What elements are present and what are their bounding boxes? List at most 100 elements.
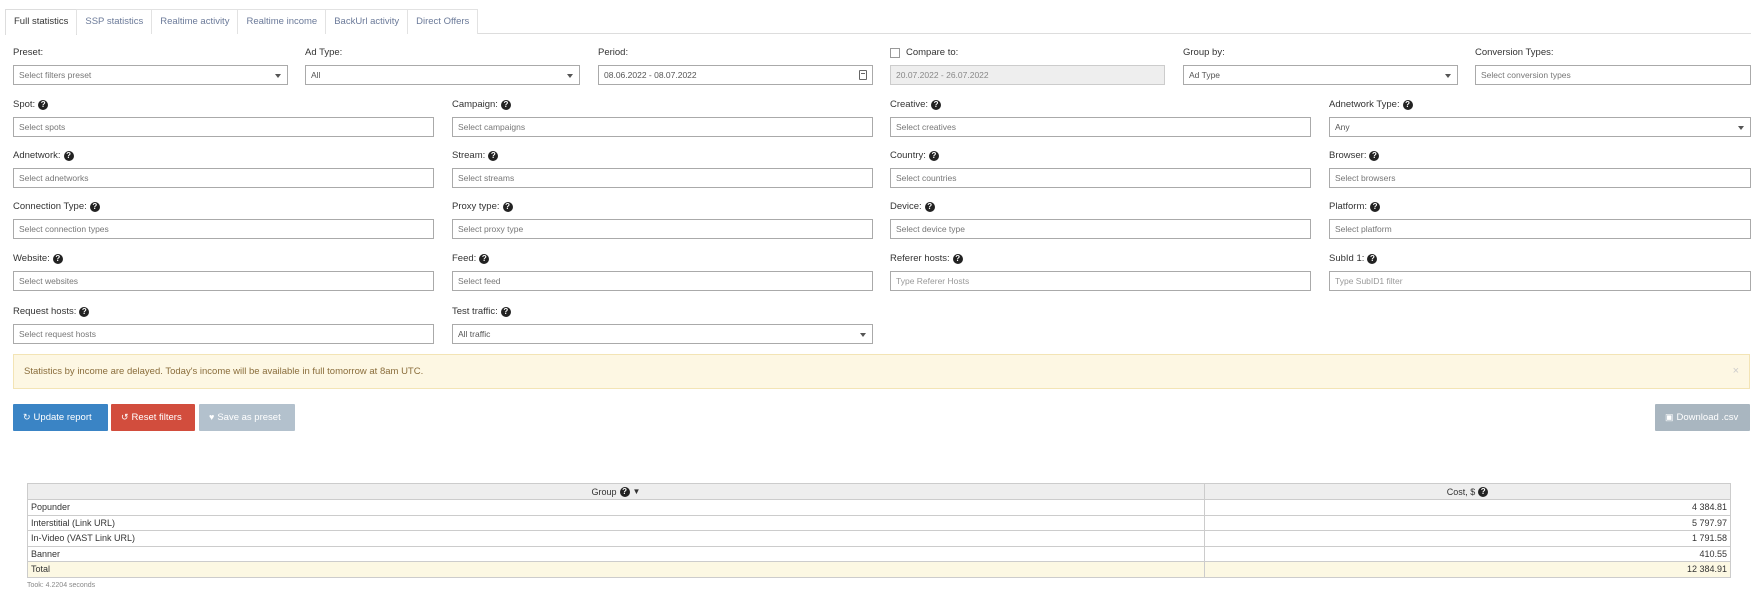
- conversion-types-input[interactable]: Select conversion types: [1475, 65, 1751, 85]
- help-icon[interactable]: ?: [52, 254, 63, 264]
- help-icon[interactable]: ?: [63, 151, 74, 161]
- adnetwork-label: Adnetwork:: [13, 150, 61, 161]
- statistics-table: Group? ▼ Cost, $? Popunder 4 384.81 Inter…: [27, 483, 1731, 578]
- total-cost-cell: 12 384.91: [1204, 561, 1731, 578]
- feed-label-row: Feed:?: [452, 252, 873, 266]
- help-icon[interactable]: ?: [79, 307, 90, 317]
- save-as-preset-button: ♥ Save as preset: [199, 404, 295, 431]
- campaign-label: Campaign:: [452, 99, 498, 110]
- country-input[interactable]: Select countries: [890, 168, 1311, 188]
- close-icon[interactable]: ×: [1733, 355, 1739, 388]
- website-label-row: Website:?: [13, 252, 434, 266]
- tab-realtime-income[interactable]: Realtime income: [237, 9, 327, 34]
- referer-hosts-label: Referer hosts:: [890, 253, 950, 264]
- spot-input[interactable]: Select spots: [13, 117, 434, 137]
- website-input[interactable]: Select websites: [13, 271, 434, 291]
- feed-label: Feed:: [452, 253, 477, 264]
- stream-label-row: Stream:?: [452, 149, 873, 163]
- compare-label-row: Compare to:: [890, 46, 1165, 60]
- tab-direct-offers[interactable]: Direct Offers: [407, 9, 479, 34]
- connection-type-input[interactable]: Select connection types: [13, 219, 434, 239]
- chevron-down-icon: [1445, 74, 1451, 78]
- spot-label: Spot:: [13, 99, 36, 110]
- creative-placeholder: Select creatives: [896, 122, 956, 132]
- creative-input[interactable]: Select creatives: [890, 117, 1311, 137]
- help-icon[interactable]: ?: [924, 202, 935, 212]
- filter-campaign: Campaign:? Select campaigns: [452, 98, 873, 137]
- campaign-input[interactable]: Select campaigns: [452, 117, 873, 137]
- column-header-group[interactable]: Group? ▼: [27, 483, 1205, 500]
- test-traffic-select[interactable]: All traffic: [452, 324, 873, 344]
- help-icon[interactable]: ?: [1369, 151, 1380, 161]
- group-by-select[interactable]: Ad Type: [1183, 65, 1458, 85]
- request-hosts-input[interactable]: Select request hosts: [13, 324, 434, 344]
- referer-hosts-input[interactable]: Type Referer Hosts: [890, 271, 1311, 291]
- platform-label-row: Platform:?: [1329, 200, 1751, 214]
- help-icon[interactable]: ?: [931, 100, 942, 110]
- tab-ssp-statistics[interactable]: SSP statistics: [76, 9, 153, 34]
- platform-input[interactable]: Select platform: [1329, 219, 1751, 239]
- filter-creative: Creative:? Select creatives: [890, 98, 1311, 137]
- adnetwork-input[interactable]: Select adnetworks: [13, 168, 434, 188]
- download-csv-button[interactable]: ▣ Download .csv: [1655, 404, 1750, 431]
- help-icon[interactable]: ?: [928, 151, 939, 161]
- update-report-button[interactable]: ↻ Update report: [13, 404, 108, 431]
- help-icon[interactable]: ?: [1478, 486, 1489, 497]
- filter-connection-type: Connection Type:? Select connection type…: [13, 200, 434, 239]
- test-traffic-label: Test traffic:: [452, 306, 498, 317]
- help-icon[interactable]: ?: [479, 254, 490, 264]
- help-icon[interactable]: ?: [619, 486, 630, 497]
- preset-placeholder: Select filters preset: [19, 70, 92, 80]
- reset-filters-button[interactable]: ↺ Reset filters: [111, 404, 195, 431]
- period-date-range[interactable]: 08.06.2022 - 08.07.2022: [598, 65, 873, 85]
- stream-input[interactable]: Select streams: [452, 168, 873, 188]
- tab-realtime-activity[interactable]: Realtime activity: [151, 9, 239, 34]
- group-cell: Banner: [27, 545, 1205, 562]
- help-icon[interactable]: ?: [89, 202, 100, 212]
- ad-type-select[interactable]: All: [305, 65, 580, 85]
- income-delay-alert: Statistics by income are delayed. Today'…: [13, 354, 1750, 389]
- adnetwork-type-select[interactable]: Any: [1329, 117, 1751, 137]
- help-icon[interactable]: ?: [1370, 202, 1381, 212]
- request-hosts-label-row: Request hosts:?: [13, 305, 434, 319]
- compare-checkbox[interactable]: [890, 48, 900, 58]
- table-row: Banner 410.55: [27, 545, 1731, 562]
- adnetwork-label-row: Adnetwork:?: [13, 149, 434, 163]
- referer-hosts-placeholder: Type Referer Hosts: [896, 276, 970, 286]
- help-icon[interactable]: ?: [488, 151, 499, 161]
- filter-period: Period: 08.06.2022 - 08.07.2022: [598, 46, 873, 85]
- help-icon[interactable]: ?: [952, 254, 963, 264]
- proxy-type-input[interactable]: Select proxy type: [452, 219, 873, 239]
- ad-type-label: Ad Type:: [305, 47, 343, 58]
- help-icon[interactable]: ?: [38, 100, 49, 110]
- tab-full-statistics[interactable]: Full statistics: [5, 9, 78, 35]
- feed-input[interactable]: Select feed: [452, 271, 873, 291]
- browser-input[interactable]: Select browsers: [1329, 168, 1751, 188]
- device-label: Device:: [890, 201, 922, 212]
- cost-cell: 410.55: [1204, 545, 1731, 562]
- device-input[interactable]: Select device type: [890, 219, 1311, 239]
- adnetwork-type-label-row: Adnetwork Type:?: [1329, 98, 1751, 112]
- help-icon[interactable]: ?: [1402, 100, 1413, 110]
- filter-ad-type: Ad Type: All: [305, 46, 580, 85]
- tab-backurl-activity[interactable]: BackUrl activity: [325, 9, 409, 34]
- total-label-cell: Total: [27, 561, 1205, 578]
- filter-spot: Spot:? Select spots: [13, 98, 434, 137]
- preset-select[interactable]: Select filters preset: [13, 65, 288, 85]
- filter-group-by: Group by: Ad Type: [1183, 46, 1458, 85]
- preset-label: Preset:: [13, 47, 44, 58]
- table-row: Interstitial (Link URL) 5 797.97: [27, 514, 1731, 531]
- filter-platform: Platform:? Select platform: [1329, 200, 1751, 239]
- filter-compare: Compare to: 20.07.2022 - 26.07.2022: [890, 46, 1165, 85]
- help-icon[interactable]: ?: [1367, 254, 1378, 264]
- compare-date-range: 20.07.2022 - 26.07.2022: [890, 65, 1165, 85]
- help-icon[interactable]: ?: [500, 100, 511, 110]
- conversion-types-label: Conversion Types:: [1475, 47, 1554, 58]
- subid1-input[interactable]: Type SubID1 filter: [1329, 271, 1751, 291]
- table-total-row: Total 12 384.91: [27, 561, 1731, 578]
- help-icon[interactable]: ?: [502, 202, 513, 212]
- column-header-cost[interactable]: Cost, $?: [1204, 483, 1731, 500]
- help-icon[interactable]: ?: [500, 307, 511, 317]
- connection-type-label: Connection Type:: [13, 201, 87, 212]
- stream-placeholder: Select streams: [458, 173, 515, 183]
